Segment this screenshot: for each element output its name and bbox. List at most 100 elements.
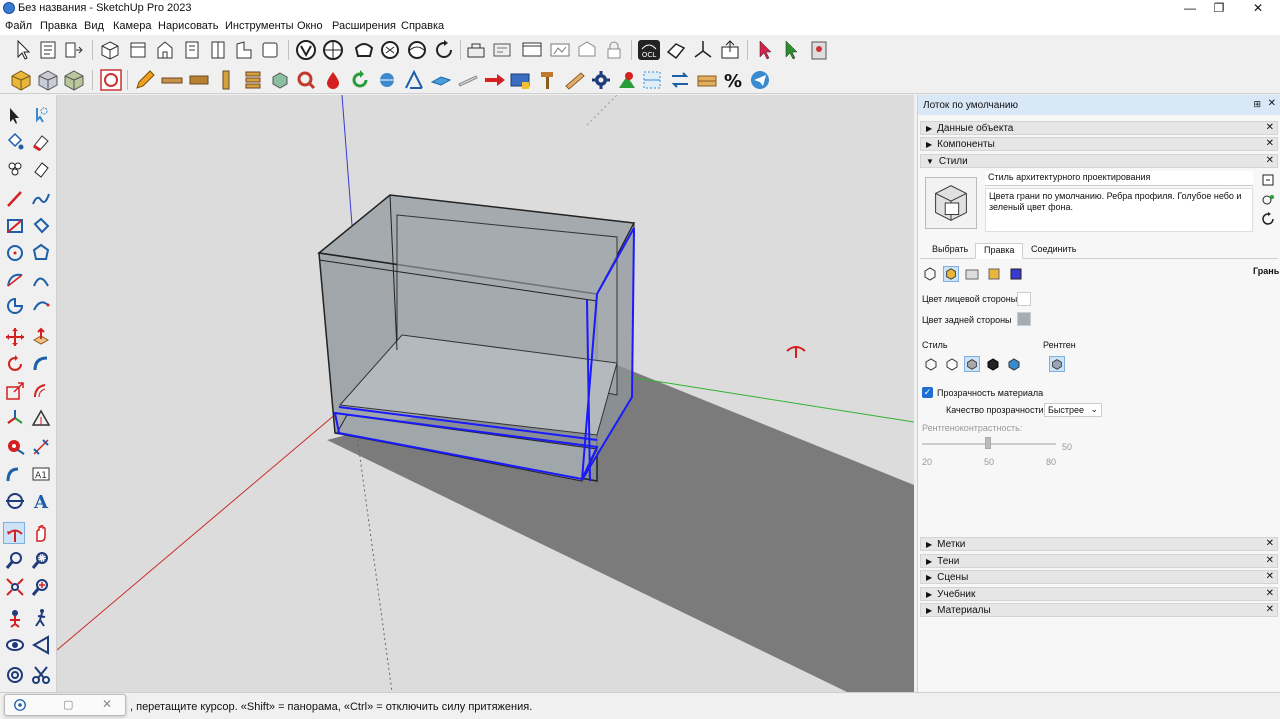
rotate-icon[interactable] <box>348 68 372 92</box>
cut-icon[interactable] <box>456 68 480 92</box>
shaded-style-icon[interactable] <box>964 356 980 372</box>
panel-close-icon[interactable]: ✕ <box>1266 138 1274 149</box>
rotate-tool-icon[interactable] <box>4 353 26 375</box>
menu-help[interactable]: Справка <box>401 20 444 32</box>
sandbox-icon[interactable] <box>4 664 26 686</box>
hidden-line-icon[interactable] <box>352 38 376 62</box>
dimension-icon[interactable] <box>402 68 426 92</box>
warehouse-icon[interactable] <box>575 38 599 62</box>
right-view-icon[interactable] <box>180 38 204 62</box>
pencil-icon[interactable] <box>133 68 157 92</box>
circle-icon[interactable] <box>4 242 26 264</box>
menu-extensions[interactable]: Расширения <box>332 20 396 32</box>
polygon-icon[interactable] <box>30 242 52 264</box>
menu-edit[interactable]: Правка <box>40 20 77 32</box>
arrow-red-block-icon[interactable] <box>483 68 507 92</box>
solid-cube-icon[interactable] <box>9 68 33 92</box>
panel-close-icon[interactable]: ✕ <box>1266 571 1274 582</box>
layout-icon[interactable] <box>490 38 514 62</box>
menu-draw[interactable]: Нарисовать <box>158 20 218 32</box>
send-icon[interactable] <box>748 68 772 92</box>
extension-icon[interactable] <box>464 38 488 62</box>
wireframe-icon[interactable] <box>321 38 345 62</box>
photo-match-icon[interactable] <box>548 38 572 62</box>
shaded-icon[interactable] <box>378 38 402 62</box>
bounds-icon[interactable] <box>640 68 664 92</box>
arc-icon[interactable] <box>4 269 26 291</box>
percent-icon[interactable]: % <box>721 68 745 92</box>
watermark-settings-icon[interactable] <box>986 266 1002 282</box>
restore-icon[interactable]: ▢ <box>63 698 73 711</box>
paint-bucket-icon[interactable] <box>4 131 26 153</box>
quality-select[interactable]: Быстрее ⌄ <box>1044 403 1102 417</box>
close-button[interactable]: ✕ <box>1240 0 1276 17</box>
top-view-icon[interactable] <box>126 38 150 62</box>
post-icon[interactable] <box>214 68 238 92</box>
back-view-icon[interactable] <box>206 38 230 62</box>
update-style-icon[interactable] <box>1260 172 1276 188</box>
panel-close-icon[interactable]: ✕ <box>1266 555 1274 566</box>
three-point-arc-icon[interactable] <box>30 295 52 317</box>
board-icon[interactable] <box>187 68 211 92</box>
two-point-arc-icon[interactable] <box>30 269 52 291</box>
maximize-button[interactable]: ❐ <box>1201 0 1237 17</box>
tab-select[interactable]: Выбрать <box>924 243 976 259</box>
panel-tags[interactable]: ▶ Метки ✕ <box>920 537 1278 551</box>
tape-measure-icon[interactable] <box>4 436 26 458</box>
refresh-icon[interactable] <box>1260 211 1276 227</box>
wireframe-style-icon[interactable] <box>923 356 939 372</box>
gear-icon[interactable] <box>589 68 613 92</box>
pie-icon[interactable] <box>4 295 26 317</box>
export-icon[interactable] <box>718 38 742 62</box>
edge-settings-icon[interactable] <box>922 266 938 282</box>
pin-icon[interactable]: ⊞ <box>1253 99 1261 110</box>
background-settings-icon[interactable] <box>964 266 980 282</box>
texture-cube-icon[interactable] <box>62 68 86 92</box>
push-pull-icon[interactable] <box>30 326 52 348</box>
panel-entity-info[interactable]: ▶ Данные объекта ✕ <box>920 121 1278 135</box>
popup-close-icon[interactable]: ✕ <box>102 697 112 711</box>
select-icon[interactable] <box>4 105 26 127</box>
face-settings-icon[interactable] <box>943 266 959 282</box>
textured-icon[interactable] <box>405 38 429 62</box>
ring-icon[interactable] <box>294 68 318 92</box>
model-viewport[interactable] <box>57 95 914 692</box>
monochrome-style-icon[interactable] <box>1006 356 1022 372</box>
xray-toggle-icon[interactable] <box>1049 356 1065 372</box>
translucent-cube-icon[interactable] <box>36 68 60 92</box>
tab-mix[interactable]: Соединить <box>1023 243 1084 259</box>
scissors-icon[interactable] <box>30 664 52 686</box>
transparency-checkbox[interactable]: ✓ <box>922 387 933 398</box>
dimensions-icon[interactable] <box>30 436 52 458</box>
look-around-icon[interactable] <box>4 634 26 656</box>
saw-icon[interactable] <box>563 68 587 92</box>
tab-edit[interactable]: Правка <box>975 243 1024 259</box>
menu-file[interactable]: Файл <box>5 20 32 32</box>
left-view-icon[interactable] <box>232 38 256 62</box>
box-icon[interactable] <box>268 68 292 92</box>
menu-tools[interactable]: Инструменты <box>225 20 294 32</box>
style-description-field[interactable]: Цвета грани по умолчанию. Ребра профиля.… <box>985 188 1253 232</box>
text-leader-icon[interactable] <box>4 463 26 485</box>
panel-close-icon[interactable]: ✕ <box>1266 588 1274 599</box>
xray-slider-thumb[interactable] <box>985 437 991 449</box>
section-icon[interactable] <box>4 490 26 512</box>
ocl-icon[interactable]: OCL <box>637 38 661 62</box>
rotated-rect-icon[interactable] <box>30 215 52 237</box>
plank-icon[interactable] <box>160 68 184 92</box>
freehand-icon[interactable] <box>30 188 52 210</box>
walk-icon[interactable] <box>30 607 52 629</box>
zoom-window-icon[interactable] <box>30 549 52 571</box>
menu-view[interactable]: Вид <box>84 20 104 32</box>
3d-text-icon[interactable]: A <box>30 490 52 513</box>
create-style-icon[interactable] <box>1260 192 1276 208</box>
face-color-swatch[interactable] <box>1017 292 1031 306</box>
section-plane-tool-icon[interactable] <box>30 634 52 656</box>
panel-scenes[interactable]: ▶ Сцены ✕ <box>920 570 1278 584</box>
panel-close-icon[interactable]: ✕ <box>1266 155 1274 166</box>
section-plane-icon[interactable] <box>62 38 86 62</box>
textured-style-icon[interactable] <box>985 356 1001 372</box>
panel-components[interactable]: ▶ Компоненты ✕ <box>920 137 1278 151</box>
offset-icon[interactable] <box>30 380 52 402</box>
modeling-settings-icon[interactable] <box>1008 266 1024 282</box>
